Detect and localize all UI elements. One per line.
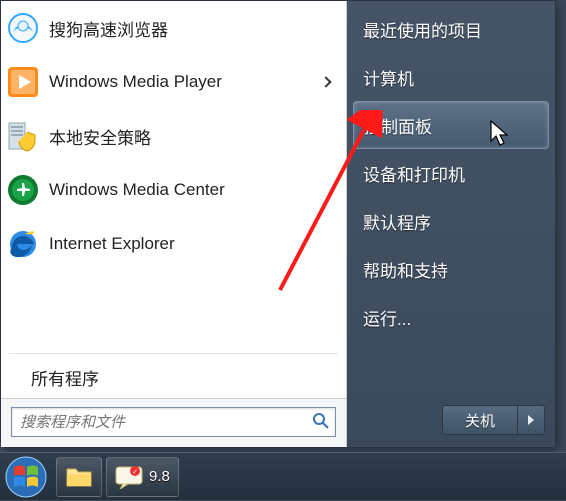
folder-icon <box>65 465 93 489</box>
right-item-label: 设备和打印机 <box>363 161 465 186</box>
right-item-help[interactable]: 帮助和支持 <box>347 245 555 293</box>
search-icon <box>312 412 330 430</box>
program-item-wmp[interactable]: Windows Media Player <box>1 55 346 109</box>
shutdown-label: 关机 <box>465 410 495 431</box>
program-item-label: Windows Media Center <box>49 180 336 200</box>
program-item-wmc[interactable]: Windows Media Center <box>1 163 346 217</box>
program-item-label: Internet Explorer <box>49 234 336 254</box>
start-button[interactable] <box>2 453 50 501</box>
divider <box>9 353 338 354</box>
taskbar-explorer-button[interactable] <box>56 457 102 497</box>
windows-media-player-icon <box>7 66 39 98</box>
svg-text:✓: ✓ <box>132 469 138 476</box>
sogou-browser-icon <box>7 12 39 44</box>
right-item-run[interactable]: 运行... <box>347 293 555 341</box>
right-item-label: 默认程序 <box>363 209 431 234</box>
internet-explorer-icon <box>7 228 39 260</box>
program-list: 搜狗高速浏览器 Windows Media Player 本地安全策略 <box>1 1 346 351</box>
start-menu-left-pane: 搜狗高速浏览器 Windows Media Player 本地安全策略 <box>1 1 347 447</box>
taskbar: ✓ 9.8 <box>0 452 566 500</box>
right-item-label: 帮助和支持 <box>363 257 448 282</box>
program-item-ie[interactable]: Internet Explorer <box>1 217 346 271</box>
right-item-recent[interactable]: 最近使用的项目 <box>347 5 555 53</box>
right-item-label: 运行... <box>363 305 411 330</box>
right-item-devices-printers[interactable]: 设备和打印机 <box>347 149 555 197</box>
shutdown-menu-arrow[interactable] <box>517 405 545 435</box>
all-programs-button[interactable]: 所有程序 <box>1 356 346 398</box>
program-item-local-security-policy[interactable]: 本地安全策略 <box>1 109 346 163</box>
start-menu: 搜狗高速浏览器 Windows Media Player 本地安全策略 <box>0 0 556 448</box>
right-item-computer[interactable]: 计算机 <box>347 53 555 101</box>
right-item-label: 计算机 <box>363 65 414 90</box>
right-item-default-programs[interactable]: 默认程序 <box>347 197 555 245</box>
right-item-control-panel[interactable]: 控制面板 <box>353 101 549 149</box>
feedback-icon: ✓ <box>115 465 143 489</box>
windows-media-center-icon <box>7 174 39 206</box>
program-item-label: 搜狗高速浏览器 <box>49 16 336 41</box>
search-input[interactable] <box>11 407 336 437</box>
program-item-label: 本地安全策略 <box>49 124 336 149</box>
submenu-arrow-icon <box>320 76 331 87</box>
program-item-label: Windows Media Player <box>49 72 322 92</box>
taskbar-app-button[interactable]: ✓ 9.8 <box>106 457 179 497</box>
triangle-right-icon <box>528 415 534 425</box>
shutdown-button[interactable]: 关机 <box>442 405 517 435</box>
taskbar-app-label: 9.8 <box>149 468 170 485</box>
right-item-label: 控制面板 <box>364 113 432 138</box>
all-programs-label: 所有程序 <box>31 365 99 390</box>
local-security-policy-icon <box>7 120 39 152</box>
right-item-label: 最近使用的项目 <box>363 17 482 42</box>
shutdown-split-button: 关机 <box>442 405 545 435</box>
search-area <box>1 398 346 447</box>
start-menu-right-pane: 最近使用的项目 计算机 控制面板 设备和打印机 默认程序 帮助和支持 运行...… <box>347 1 555 447</box>
program-item-sogou-browser[interactable]: 搜狗高速浏览器 <box>1 1 346 55</box>
